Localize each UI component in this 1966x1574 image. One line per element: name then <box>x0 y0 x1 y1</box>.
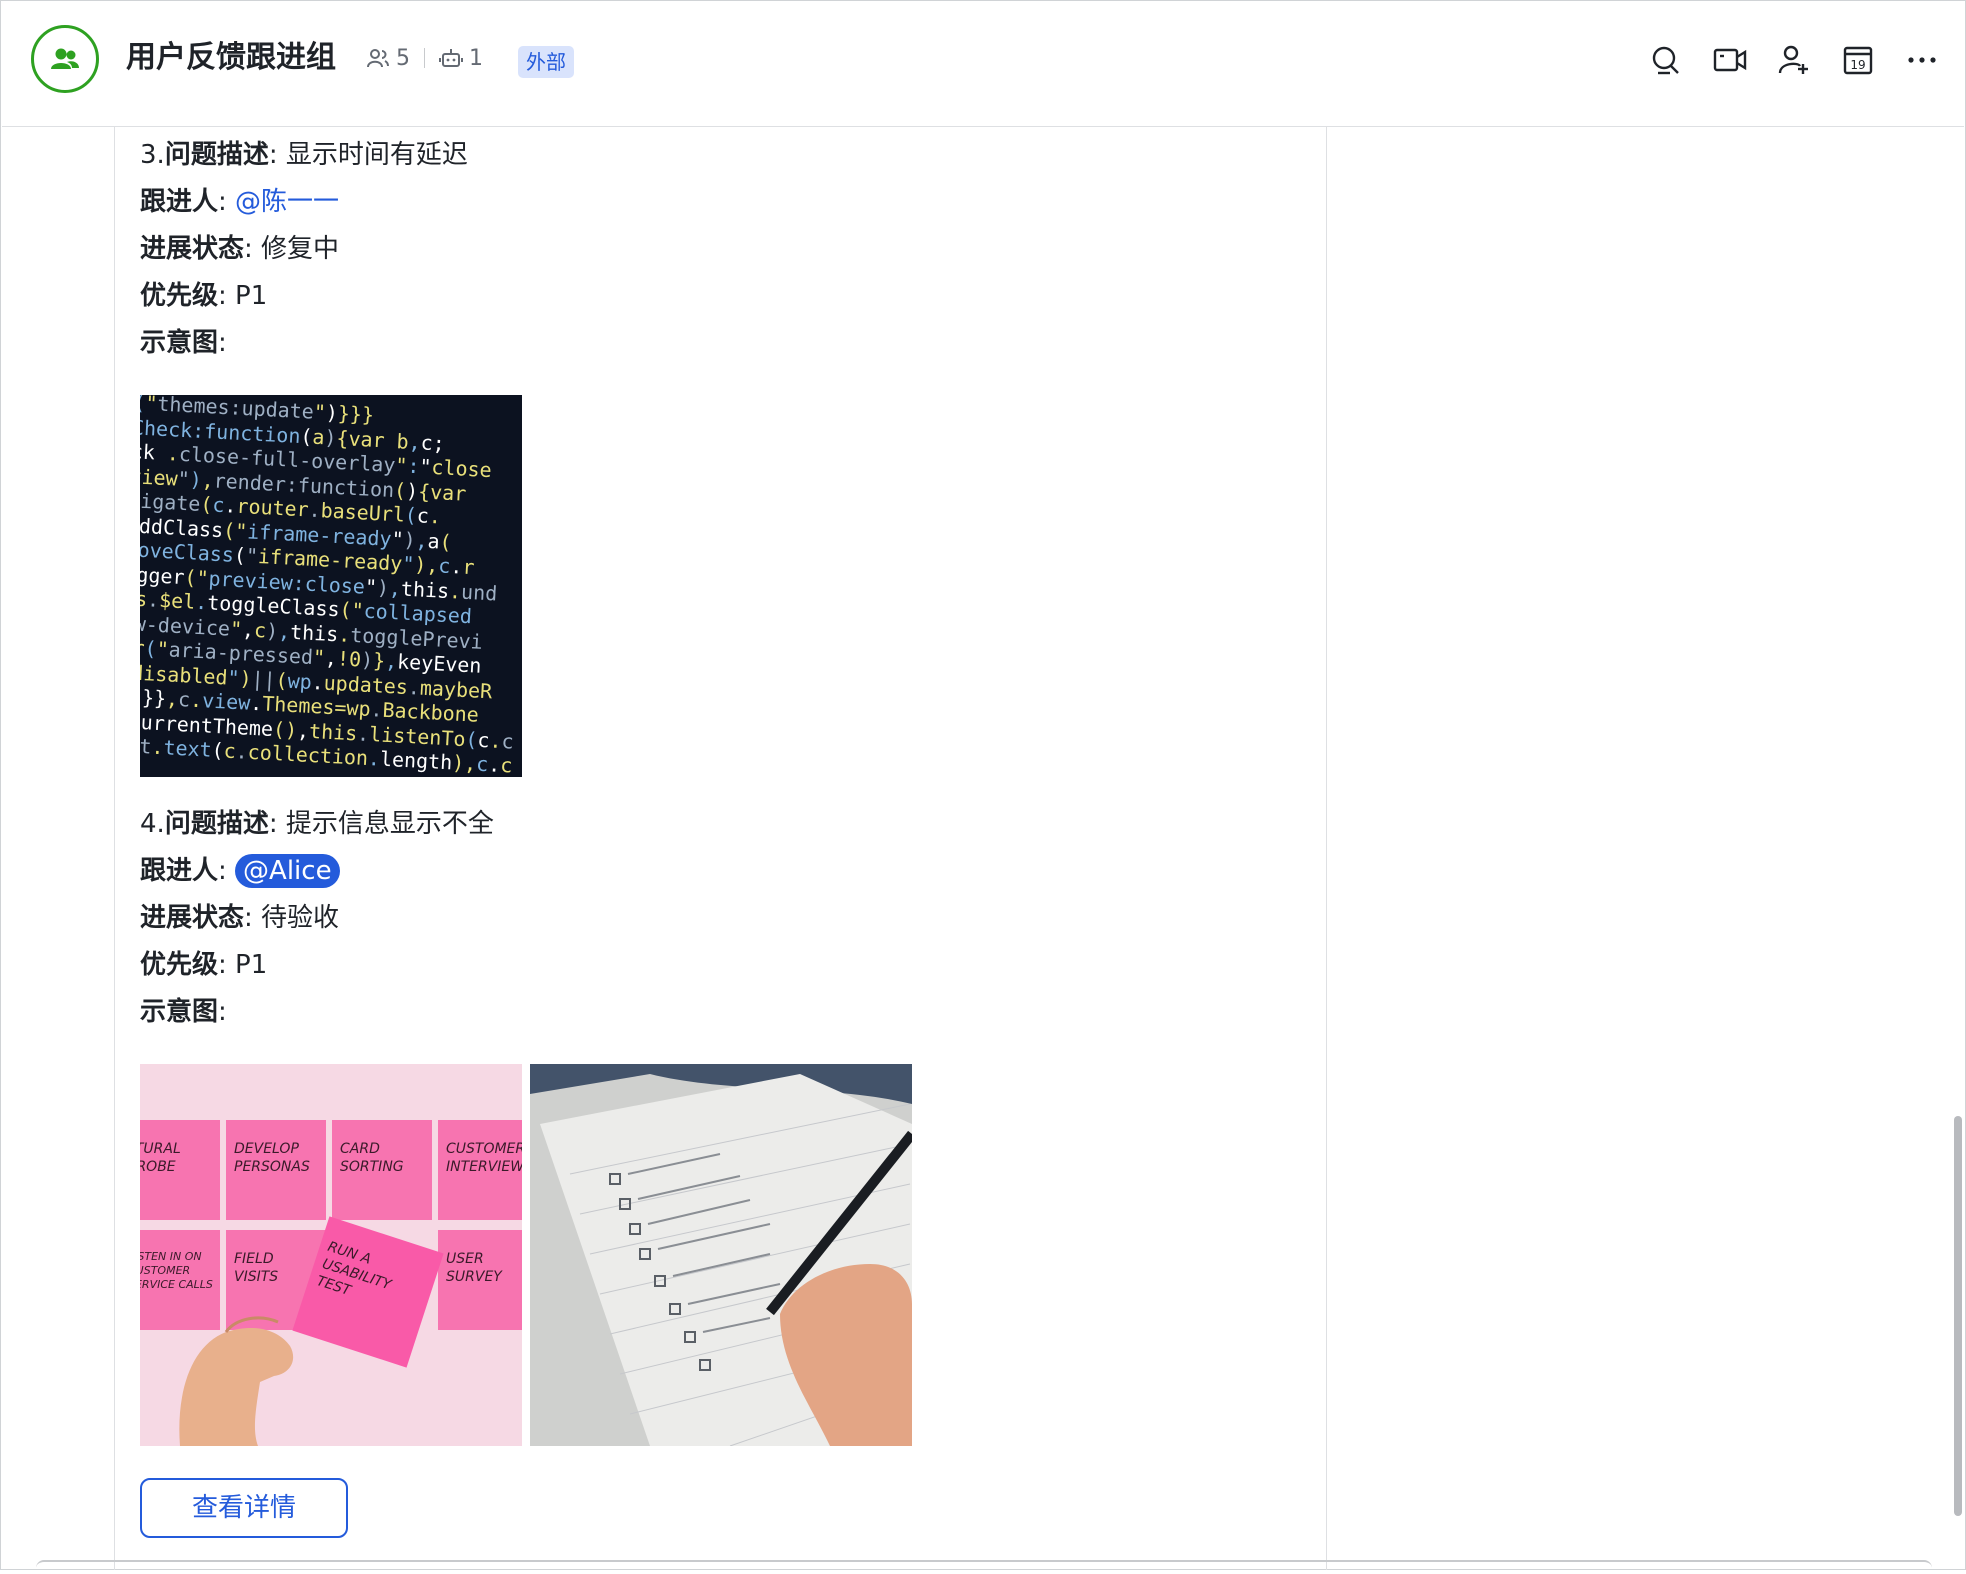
sticky-notes-image[interactable]: ltural probe develop personas card sorti… <box>140 1064 522 1446</box>
view-details-button[interactable]: 查看详情 <box>140 1478 348 1538</box>
field-label: 示意图 <box>140 328 219 358</box>
scrollbar-thumb[interactable] <box>1954 1116 1962 1516</box>
field-value: 修复中 <box>261 234 340 264</box>
calendar-day: 19 <box>1850 58 1865 72</box>
issue-4-status: 进展状态: 待验收 <box>140 903 340 933</box>
search-icon <box>1652 46 1679 75</box>
notebook-checklist-image[interactable] <box>530 1064 912 1446</box>
field-label: 跟进人 <box>140 856 219 886</box>
calendar-icon: 19 <box>1843 46 1873 75</box>
notebook-drawing <box>530 1064 912 1446</box>
message-lane-divider-right <box>1326 127 1327 1570</box>
issue-4-owner: 跟进人: @Alice <box>140 848 1300 895</box>
bot-count[interactable]: 1 <box>469 46 483 71</box>
issue-4-priority: 优先级: P1 <box>140 950 268 980</box>
message-card: 3.问题描述: 显示时间有延迟 跟进人: @陈一一 进展状态: 修复中 优先级:… <box>140 132 1300 1538</box>
field-label: 跟进人 <box>140 187 219 217</box>
group-meta: 5 1 <box>366 42 483 74</box>
composer-edge <box>36 1560 1932 1574</box>
issue-4-images: ltural probe develop personas card sorti… <box>140 1064 1300 1446</box>
meta-divider <box>424 48 425 68</box>
add-member-button[interactable] <box>1776 42 1812 78</box>
issue-3-image-label: 示意图: <box>140 328 227 358</box>
field-value: 待验收 <box>261 903 340 933</box>
member-count[interactable]: 5 <box>396 46 410 71</box>
issue-3-priority: 优先级: P1 <box>140 281 268 311</box>
members-icon[interactable] <box>366 47 390 69</box>
issue-3-images: er("themes:update")}}}otCheck:function(a… <box>140 395 1300 777</box>
issue-index: 4. <box>140 809 165 839</box>
external-badge: 外部 <box>518 46 574 78</box>
field-label: 进展状态 <box>140 234 245 264</box>
add-member-icon <box>1778 45 1808 74</box>
calendar-button[interactable]: 19 <box>1840 42 1876 78</box>
owner-mention[interactable]: @陈一一 <box>235 187 339 217</box>
issue-3-desc: 3.问题描述: 显示时间有延迟 <box>140 140 468 170</box>
more-button[interactable] <box>1904 42 1940 78</box>
issue-3-owner: 跟进人: @陈一一 <box>140 187 340 217</box>
video-icon <box>1713 48 1747 72</box>
field-label: 问题描述 <box>164 809 269 839</box>
owner-mention-self[interactable]: @Alice <box>235 854 340 888</box>
code-screenshot-image[interactable]: er("themes:update")}}}otCheck:function(a… <box>140 395 522 777</box>
field-label: 示意图 <box>140 997 219 1027</box>
code-text-lines: er("themes:update")}}}otCheck:function(a… <box>140 395 522 777</box>
bot-icon[interactable] <box>439 47 463 69</box>
header-toolbar: 19 <box>1648 42 1940 78</box>
field-label: 优先级 <box>140 281 219 311</box>
message-lane-divider-left <box>114 127 115 1570</box>
chat-header: 用户反馈跟进组 5 1 外部 19 <box>2 2 1964 127</box>
field-value: P1 <box>235 950 268 980</box>
field-value: 显示时间有延迟 <box>285 140 468 170</box>
field-label: 问题描述 <box>164 140 269 170</box>
issue-4-image-label: 示意图: <box>140 997 227 1027</box>
group-title: 用户反馈跟进组 <box>126 40 336 75</box>
field-value: 提示信息显示不全 <box>285 809 494 839</box>
search-button[interactable] <box>1648 42 1684 78</box>
video-call-button[interactable] <box>1712 42 1748 78</box>
issue-3-status: 进展状态: 修复中 <box>140 234 340 264</box>
issue-4-desc: 4.问题描述: 提示信息显示不全 <box>140 809 494 839</box>
more-icon <box>1908 57 1936 63</box>
group-avatar[interactable] <box>31 25 99 93</box>
hand-holding-note-drawing <box>179 1316 294 1446</box>
issue-index: 3. <box>140 140 165 170</box>
field-value: P1 <box>235 281 268 311</box>
group-users-icon <box>51 48 79 69</box>
field-label: 进展状态 <box>140 903 245 933</box>
field-label: 优先级 <box>140 950 219 980</box>
